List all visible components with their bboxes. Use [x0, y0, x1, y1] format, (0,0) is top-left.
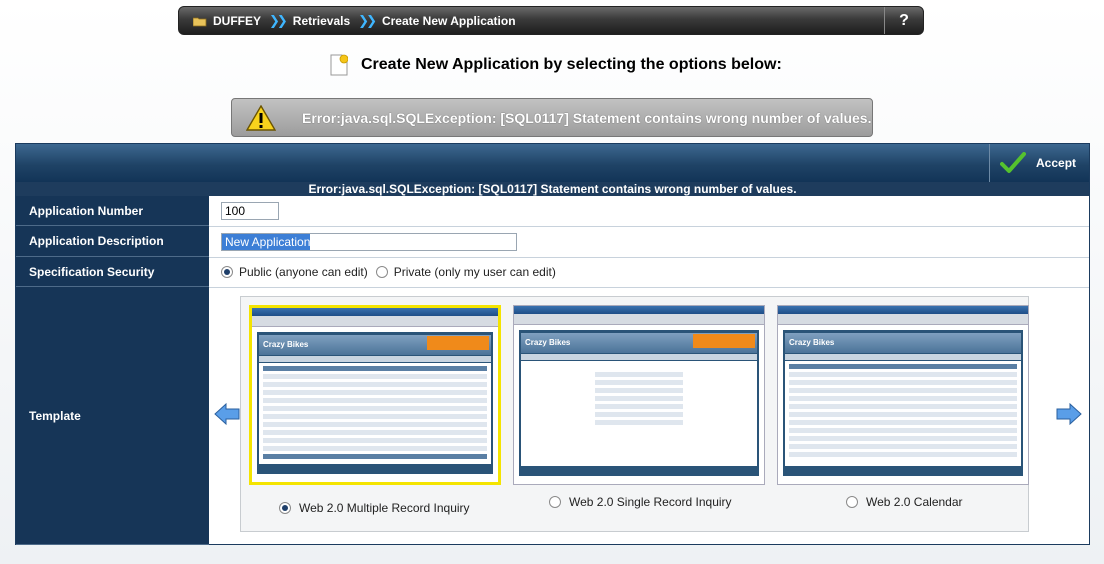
template-single-radio[interactable] [549, 496, 561, 508]
page-title-text: Create New Application by selecting the … [361, 56, 782, 73]
template-thumbnail-multiple-record[interactable]: Crazy Bikes [249, 305, 501, 485]
template-option-single-record[interactable]: Web 2.0 Single Record Inquiry [549, 495, 732, 509]
template-gallery: Crazy Bikes Crazy Bikes Crazy Bikes Web … [240, 296, 1029, 532]
arrow-left-icon[interactable] [214, 402, 240, 426]
chevron-right-icon: ❯❯ [269, 13, 288, 28]
template-option-multiple-record[interactable]: Web 2.0 Multiple Record Inquiry [279, 501, 470, 515]
template-multiple-radio[interactable] [279, 502, 291, 514]
breadcrumb: DUFFEY ❯❯ Retrievals ❯❯ Create New Appli… [193, 13, 516, 29]
panel-error-message: Error:java.sql.SQLException: [SQL0117] S… [16, 182, 1089, 196]
template-thumbnail-calendar[interactable]: Crazy Bikes [777, 305, 1029, 485]
application-form-panel: Accept Error:java.sql.SQLException: [SQL… [15, 143, 1090, 545]
document-icon [330, 54, 348, 76]
template-option-calendar[interactable]: Web 2.0 Calendar [846, 495, 963, 509]
row-application-number: Application Number [16, 196, 1089, 227]
row-application-description: Application Description [16, 226, 1089, 258]
template-multiple-label[interactable]: Web 2.0 Multiple Record Inquiry [299, 501, 470, 515]
template-calendar-radio[interactable] [846, 496, 858, 508]
help-button[interactable]: ? [884, 7, 923, 34]
breadcrumb-item-retrievals[interactable]: Retrievals [293, 14, 350, 28]
thumbnail-image: Crazy Bikes [785, 333, 1021, 353]
template-label: Template [16, 287, 209, 545]
template-thumbnail-single-record[interactable]: Crazy Bikes [513, 305, 765, 485]
accept-label: Accept [1036, 156, 1077, 170]
arrow-right-icon[interactable] [1056, 402, 1082, 426]
security-private-label[interactable]: Private (only my user can edit) [394, 265, 556, 279]
folder-icon [193, 17, 207, 26]
breadcrumb-bar: DUFFEY ❯❯ Retrievals ❯❯ Create New Appli… [178, 6, 924, 35]
error-banner-message: Error:java.sql.SQLException: [SQL0117] S… [302, 109, 872, 126]
template-calendar-label[interactable]: Web 2.0 Calendar [866, 495, 963, 509]
application-number-input[interactable] [221, 202, 279, 220]
help-icon: ? [899, 12, 909, 29]
security-public-label[interactable]: Public (anyone can edit) [239, 265, 368, 279]
warning-icon [246, 104, 276, 131]
breadcrumb-item-current: Create New Application [381, 14, 516, 28]
template-single-label[interactable]: Web 2.0 Single Record Inquiry [569, 495, 732, 509]
security-public-radio[interactable] [221, 266, 233, 278]
checkmark-icon [1000, 152, 1026, 173]
security-private-radio[interactable] [375, 266, 388, 278]
error-banner: Error:java.sql.SQLException: [SQL0117] S… [231, 98, 873, 137]
accept-button[interactable]: Accept [989, 144, 1089, 182]
application-description-input[interactable] [221, 232, 517, 251]
application-number-label: Application Number [16, 196, 209, 226]
chevron-right-icon: ❯❯ [358, 13, 377, 28]
panel-header: Accept [16, 144, 1089, 182]
row-specification-security: Specification Security Public (anyone ca… [16, 257, 1089, 288]
specification-security-label: Specification Security [16, 257, 209, 287]
application-description-label: Application Description [16, 226, 209, 257]
breadcrumb-item-duffey[interactable]: DUFFEY [213, 14, 261, 28]
page-title: Create New Application by selecting the … [330, 54, 782, 76]
